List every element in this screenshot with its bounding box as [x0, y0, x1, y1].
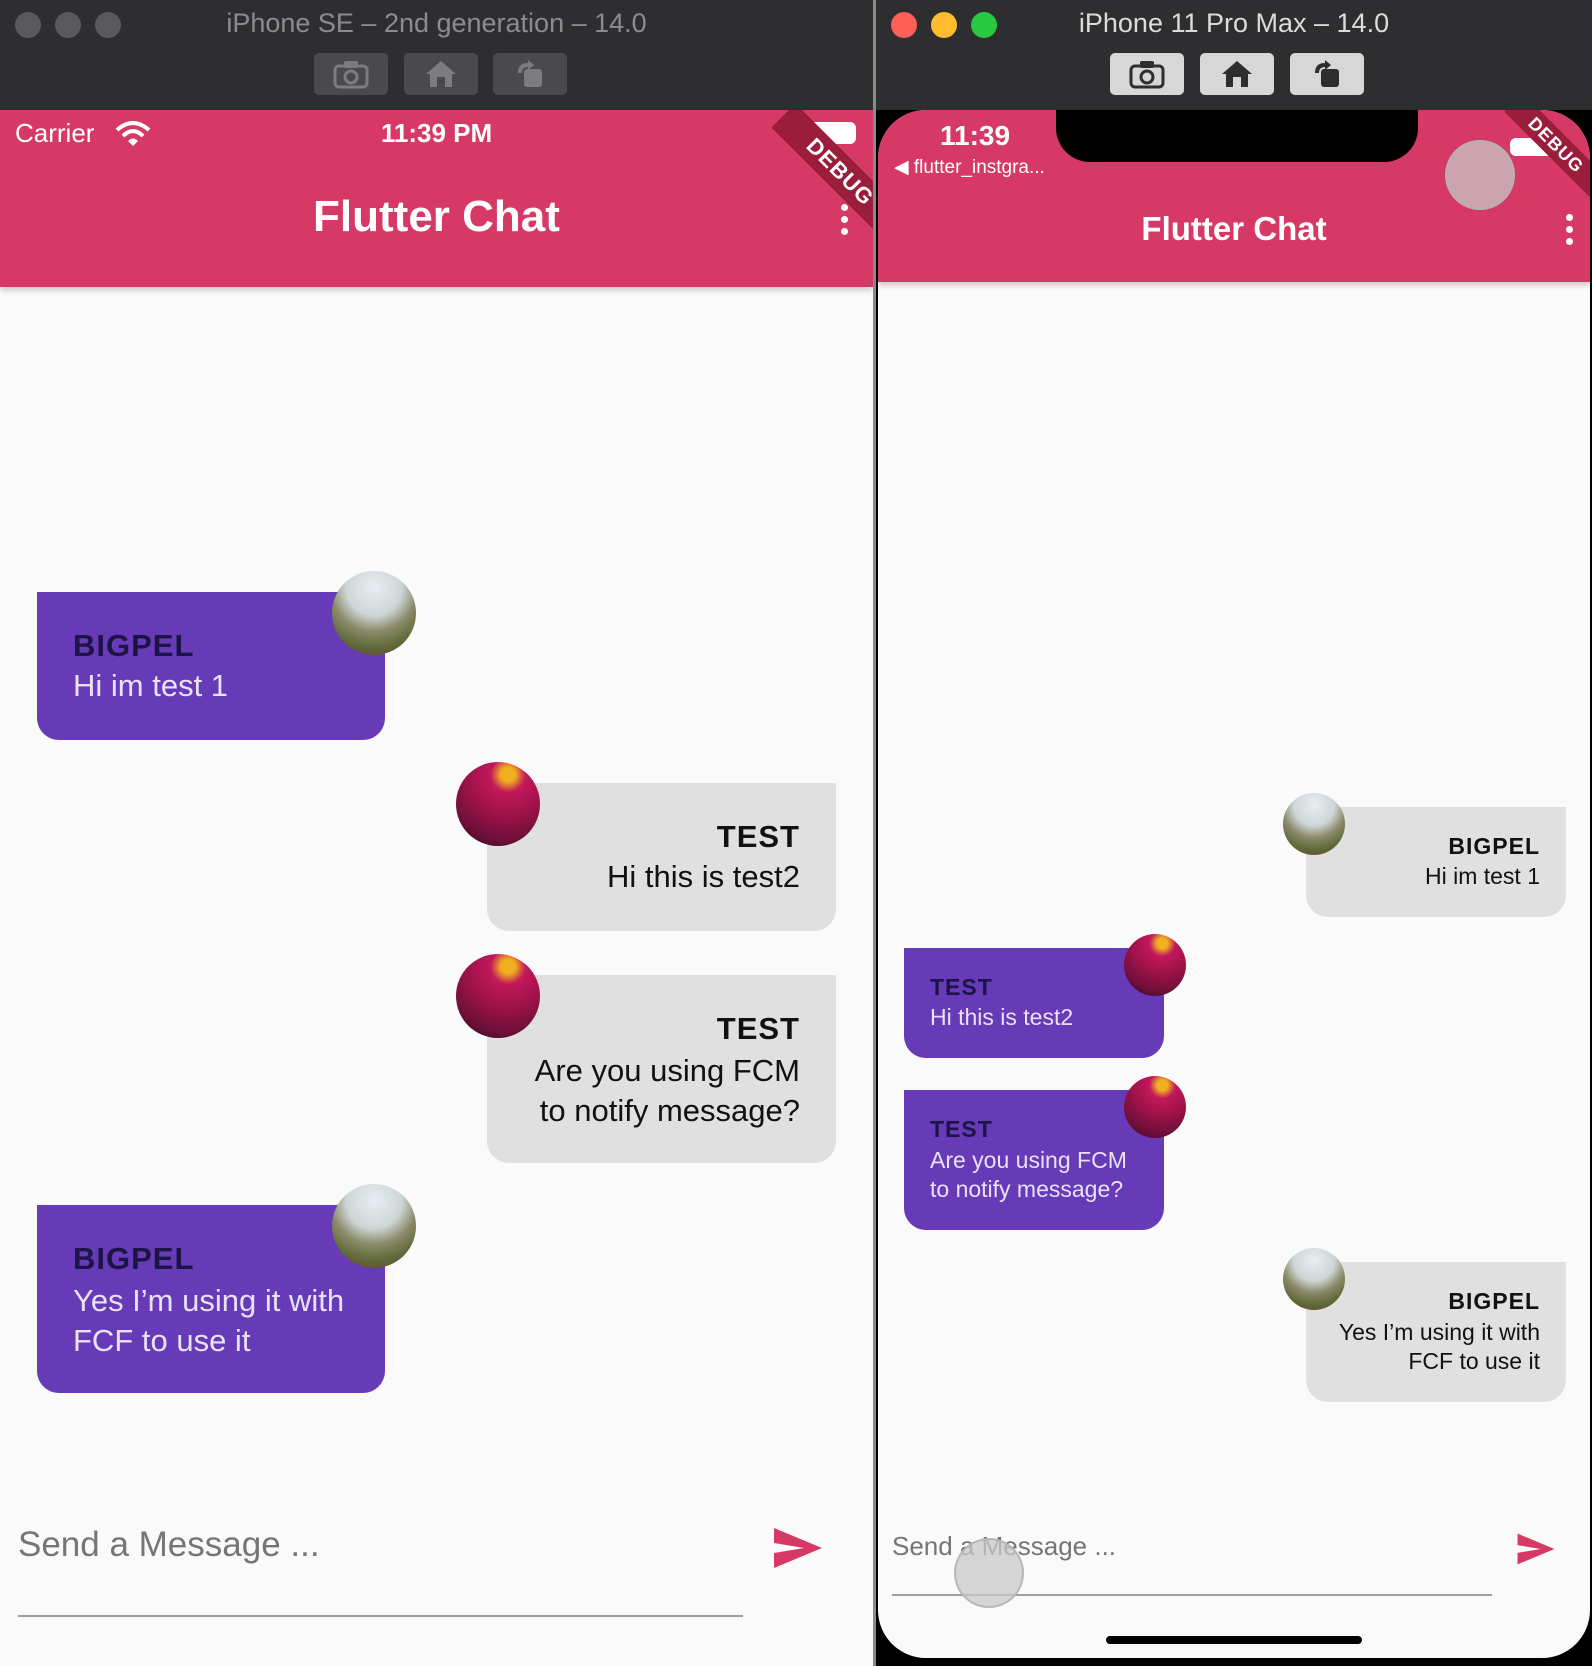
device-notch [1056, 110, 1418, 162]
message-text: Hi this is test2 [930, 1004, 1074, 1030]
device-frame: 11:39 ◀ flutter_instgra... DEBUG Flutter… [876, 110, 1592, 1666]
message-sender: BIGPEL [73, 1241, 195, 1276]
message-sender: TEST [930, 1116, 993, 1142]
landscape-avatar [1283, 1248, 1345, 1310]
rotate-icon [1315, 60, 1339, 87]
window-titlebar: iPhone SE – 2nd generation – 14.0 [0, 0, 873, 110]
flower-avatar [1124, 1076, 1186, 1138]
camera-icon [1129, 61, 1165, 89]
device-screen: 11:39 ◀ flutter_instgra... DEBUG Flutter… [878, 110, 1590, 1658]
window-titlebar: iPhone 11 Pro Max – 14.0 [876, 0, 1592, 110]
app-bar: 11:39 ◀ flutter_instgra... DEBUG Flutter… [878, 110, 1590, 282]
message-text: Are you using FCM to notify message? [534, 1053, 800, 1128]
app-title: Flutter Chat [313, 192, 560, 241]
message-sender: TEST [716, 819, 800, 854]
more-menu-icon[interactable] [1566, 214, 1573, 245]
message-text: Hi this is test2 [607, 859, 800, 894]
home-indicator[interactable] [1106, 1636, 1362, 1644]
flower-avatar [456, 954, 540, 1038]
home-icon [1222, 61, 1252, 87]
window-title: iPhone SE – 2nd generation – 14.0 [226, 8, 647, 38]
touch-indicator [954, 1538, 1024, 1608]
camera-icon [333, 61, 369, 89]
landscape-avatar [1283, 793, 1345, 855]
message-sender: BIGPEL [1448, 833, 1540, 859]
message-sender: TEST [930, 974, 993, 1000]
screenshot-button[interactable] [1110, 53, 1184, 95]
message-item: BIGPEL Yes I’m using it with FCF to use … [0, 287, 873, 1393]
home-button[interactable] [404, 53, 478, 95]
home-icon [426, 61, 456, 87]
message-text: Yes I’m using it with FCF to use it [1338, 1319, 1540, 1374]
app-title: Flutter Chat [1141, 210, 1327, 247]
rotate-icon [518, 60, 542, 87]
message-list: BIGPEL Hi im test 1 TEST Hi this is test… [0, 287, 873, 1487]
message-composer [0, 1500, 873, 1620]
message-item: BIGPEL Yes I’m using it with FCF to use … [878, 282, 1590, 1402]
message-sender: TEST [716, 1011, 800, 1046]
status-time: 11:39 PM [380, 118, 493, 148]
input-underline [18, 1615, 743, 1617]
send-icon[interactable] [772, 1526, 824, 1570]
flower-avatar [1124, 934, 1186, 996]
send-icon[interactable] [1516, 1532, 1556, 1566]
rotate-button[interactable] [493, 53, 567, 95]
message-bubble: BIGPEL Hi im test 1 [1306, 807, 1566, 917]
window-title: iPhone 11 Pro Max – 14.0 [1078, 8, 1390, 38]
message-sender: BIGPEL [73, 628, 195, 663]
message-list: BIGPEL Hi im test 1 TEST Hi this is test… [878, 282, 1590, 1482]
message-bubble: BIGPEL Yes I’m using it with FCF to use … [1306, 1262, 1566, 1402]
message-composer [878, 1510, 1590, 1620]
message-sender: BIGPEL [1448, 1288, 1540, 1314]
simulator-window-iphone-11-pro-max: iPhone 11 Pro Max – 14.0 11:39 ◀ flutter… [876, 0, 1592, 1666]
status-time: 11:39 [940, 120, 1011, 151]
rotate-button[interactable] [1290, 53, 1364, 95]
message-input[interactable] [18, 1520, 718, 1570]
simulator-window-iphone-se: iPhone SE – 2nd generation – 14.0 Carrie… [0, 0, 873, 1666]
back-to-app-link[interactable]: ◀ flutter_instgra... [894, 156, 1045, 179]
message-text: Yes I’m using it with FCF to use it [73, 1283, 345, 1358]
app-bar: Carrier 11:39 PM DEBUG Flutter Chat [0, 110, 873, 287]
landscape-avatar [332, 1184, 416, 1268]
more-menu-icon[interactable] [841, 204, 848, 235]
touch-indicator [1445, 140, 1515, 210]
home-button[interactable] [1200, 53, 1274, 95]
message-text: Are you using FCM to notify message? [930, 1147, 1127, 1202]
message-text: Hi im test 1 [73, 668, 229, 703]
landscape-avatar [332, 571, 416, 655]
screenshot-button[interactable] [314, 53, 388, 95]
message-text: Hi im test 1 [1424, 863, 1540, 889]
flower-avatar [456, 762, 540, 846]
